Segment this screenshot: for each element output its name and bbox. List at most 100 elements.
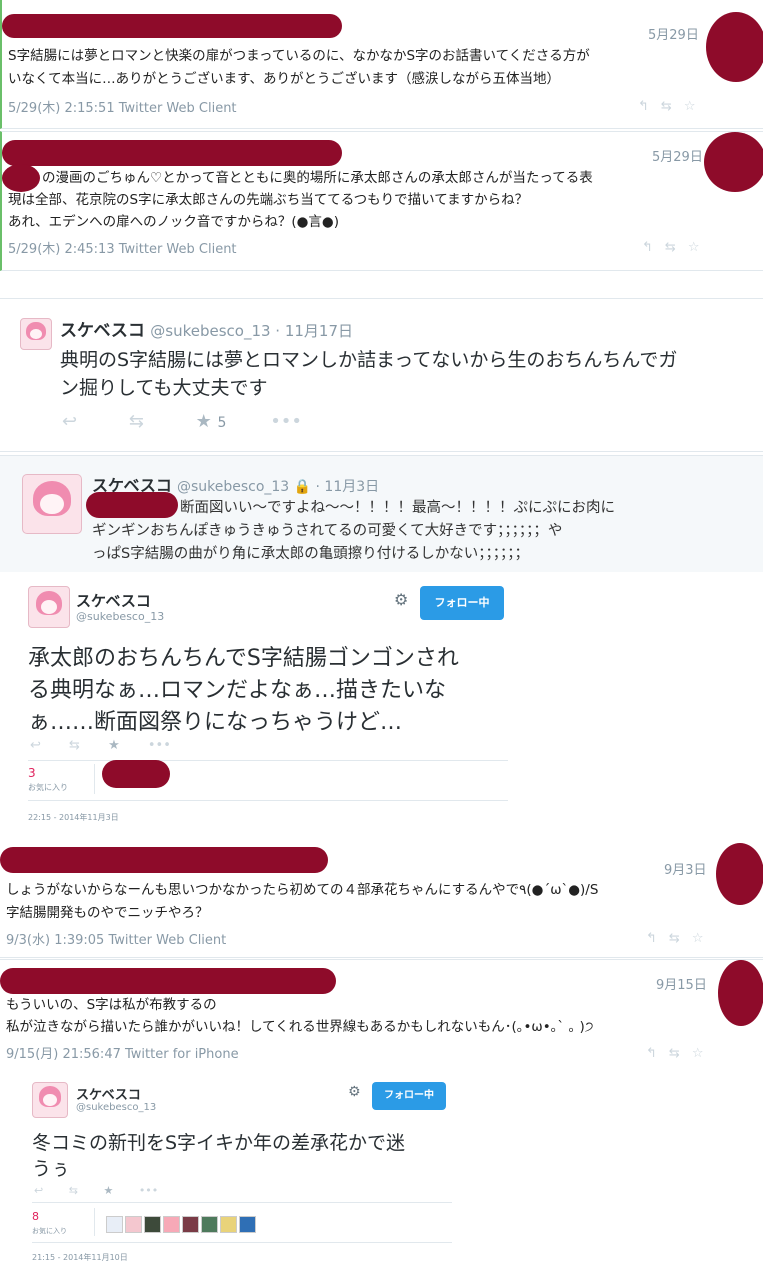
tweet-text-line: もういいの、S字は私が布教するの (6, 997, 217, 1013)
handle[interactable]: @sukebesco_13 · 11月17日 (150, 322, 353, 340)
tweet-text-line: ギンギンおちんぽきゅうきゅうされてるの可愛くて大好きです；；；；；；や (92, 523, 563, 539)
tweet-date[interactable]: 5月29日 (648, 24, 699, 43)
timestamp[interactable]: 22:15 - 2014年11月3日 (28, 812, 119, 823)
fav-count[interactable]: 3 (28, 766, 36, 780)
tweet-text-line: しょうがないからなーんも思いつかなかったら初めての４部承花ちゃんにするんやで٩(… (6, 882, 599, 898)
follow-button[interactable]: フォロー中 (420, 586, 504, 620)
divider (94, 1208, 95, 1236)
tweet-card: 5月29日 S字結腸には夢とロマンと快楽の扉がつまっているのに、なかなかS字のお… (0, 0, 763, 129)
tweet-meta: 5/29(木) 2:45:13 Twitter Web Client (8, 242, 237, 257)
tweet-card: スケベスコ @sukebesco_13 🔒 · 11月3日 断面図いい～ですよね… (0, 455, 763, 572)
retweet-icon[interactable]: ⇆ (69, 1184, 78, 1197)
tweet-text-line: っぱS字結腸の曲がり角に承太郎の亀頭擦り付けるしかない；；；；；； (92, 546, 529, 562)
divider (28, 760, 508, 761)
tweet-actions: ↩ ⇆ ★ ••• (34, 1184, 158, 1197)
tweet-date[interactable]: 5月29日 (652, 146, 703, 165)
fav-label: お気に入り (28, 783, 68, 792)
reply-icon[interactable]: ↰ (646, 1046, 669, 1061)
handle[interactable]: @sukebesco_13 (76, 610, 164, 623)
tweet-text-line: うぅ (32, 1158, 71, 1180)
handle[interactable]: @sukebesco_13 (76, 1102, 156, 1113)
redacted-avatar (716, 843, 763, 905)
favoriter-avatar[interactable] (106, 1216, 123, 1233)
tweet-card: 9月15日 もういいの、S字は私が布教するの 私が泣きながら描いたら誰かがいいね… (0, 959, 763, 1070)
avatar[interactable] (32, 1082, 68, 1118)
redacted-avatar-list (102, 760, 170, 788)
follow-button[interactable]: フォロー中 (372, 1082, 446, 1110)
reply-icon[interactable]: ↰ (646, 931, 669, 946)
reply-icon[interactable]: ↩ (30, 738, 41, 753)
gear-icon[interactable]: ⚙ (394, 590, 408, 609)
redacted-avatar (2, 164, 40, 192)
more-icon[interactable]: ••• (270, 411, 302, 432)
fav-count: 5 (217, 415, 227, 431)
tweet-actions: ↰⇆☆ (646, 1046, 715, 1061)
tweet-meta: 9/15(月) 21:56:47 Twitter for iPhone (6, 1047, 239, 1062)
retweet-icon[interactable]: ⇆ (661, 99, 684, 114)
more-icon[interactable]: ••• (148, 738, 171, 753)
avatar[interactable] (28, 586, 70, 628)
tweet-text-line: 冬コミの新刊をS字イキか年の差承花かで迷 (32, 1132, 406, 1154)
reply-icon[interactable]: ↩ (62, 411, 77, 432)
redacted-avatar (718, 960, 763, 1026)
avatar[interactable] (22, 474, 82, 534)
favorite-icon[interactable]: ☆ (688, 240, 712, 255)
redacted-name (2, 14, 342, 38)
tweet-card: 5月29日 の漫画のごちゅん♡とかって音とともに奥的場所に承太郎さんの承太郎さん… (0, 131, 763, 271)
tweet-text-line: る典明なぁ…ロマンだよなぁ…描きたいな (28, 678, 447, 703)
divider (32, 1202, 452, 1203)
divider (28, 800, 508, 801)
tweet-text-line: 私が泣きながら描いたら誰かがいいね！してくれる世界線もあるかもしれないもん･(｡… (6, 1019, 594, 1035)
divider (94, 764, 95, 794)
handle[interactable]: @sukebesco_13 🔒 · 11月3日 (177, 479, 379, 495)
tweet-text-line: 断面図いい～ですよね～～！！！！最高～！！！！ぷにぷにお肉に (180, 500, 615, 516)
tweet-actions: ↰⇆☆ (638, 99, 707, 114)
display-name[interactable]: スケベスコ (76, 590, 151, 611)
tweet-header: スケベスコ @sukebesco_13 · 11月17日 (60, 316, 353, 341)
tweet-date[interactable]: 9月15日 (656, 974, 707, 993)
reply-icon[interactable]: ↰ (642, 240, 665, 255)
favoriter-avatar[interactable] (220, 1216, 237, 1233)
favorite-icon[interactable]: ☆ (684, 99, 708, 114)
tweet-actions: ↩ ⇆ ★ ••• (30, 738, 171, 753)
redacted-name (0, 847, 328, 873)
redacted-name (0, 968, 336, 994)
gear-icon[interactable]: ⚙ (348, 1084, 361, 1100)
fav-label: お気に入り (32, 1227, 67, 1235)
tweet-text-line: 現は全部、花京院のS字に承太郎さんの先端ぶち当ててるつもりで描いてますからね？ (8, 192, 529, 208)
favorite-icon[interactable]: ☆ (692, 931, 716, 946)
reply-icon[interactable]: ↰ (638, 99, 661, 114)
more-icon[interactable]: ••• (139, 1184, 158, 1197)
favoriter-avatar[interactable] (163, 1216, 180, 1233)
display-name[interactable]: スケベスコ (60, 321, 145, 341)
tweet-text-line: 字結腸開発ものやでニッチやろ？ (6, 905, 209, 921)
favoriter-avatar[interactable] (182, 1216, 199, 1233)
retweet-icon[interactable]: ⇆ (69, 738, 80, 753)
tweet-date[interactable]: 9月3日 (664, 859, 707, 878)
favoriter-avatar[interactable] (239, 1216, 256, 1233)
divider (32, 1242, 452, 1243)
reply-icon[interactable]: ↩ (34, 1184, 43, 1197)
tweet-card: 9月3日 しょうがないからなーんも思いつかなかったら初めての４部承花ちゃんにする… (0, 843, 763, 958)
favoriter-avatar[interactable] (144, 1216, 161, 1233)
tweet-text-line: 承太郎のおちんちんでS字結腸ゴンゴンされ (28, 646, 459, 671)
favorite-icon[interactable]: ☆ (692, 1046, 716, 1061)
retweet-icon[interactable]: ⇆ (669, 1046, 692, 1061)
retweet-icon[interactable]: ⇆ (129, 411, 144, 432)
fav-count[interactable]: 8 (32, 1210, 39, 1223)
timestamp[interactable]: 21:15 - 2014年11月10日 (32, 1252, 128, 1263)
favoriter-avatar[interactable] (125, 1216, 142, 1233)
tweet-actions: ↰⇆☆ (642, 240, 711, 255)
avatar[interactable] (20, 318, 52, 350)
favorite-icon[interactable]: ★ (103, 1184, 113, 1197)
tweet-card: スケベスコ @sukebesco_13 · 11月17日 典明のS字結腸には夢と… (0, 298, 763, 452)
favorite-icon[interactable]: ★ (108, 738, 120, 753)
tweet-text-line: 典明のS字結腸には夢とロマンしか詰まってないから生のおちんちんでガ (60, 349, 678, 371)
favoriter-avatar[interactable] (201, 1216, 218, 1233)
retweet-icon[interactable]: ⇆ (665, 240, 688, 255)
tweet-text-line: ン掘りしても大丈夫です (60, 377, 268, 399)
favorite-icon[interactable]: ★ (196, 411, 212, 432)
display-name[interactable]: スケベスコ (76, 1084, 141, 1103)
retweet-icon[interactable]: ⇆ (669, 931, 692, 946)
tweet-card: スケベスコ @sukebesco_13 ⚙ フォロー中 冬コミの新刊をS字イキか… (18, 1074, 474, 1274)
